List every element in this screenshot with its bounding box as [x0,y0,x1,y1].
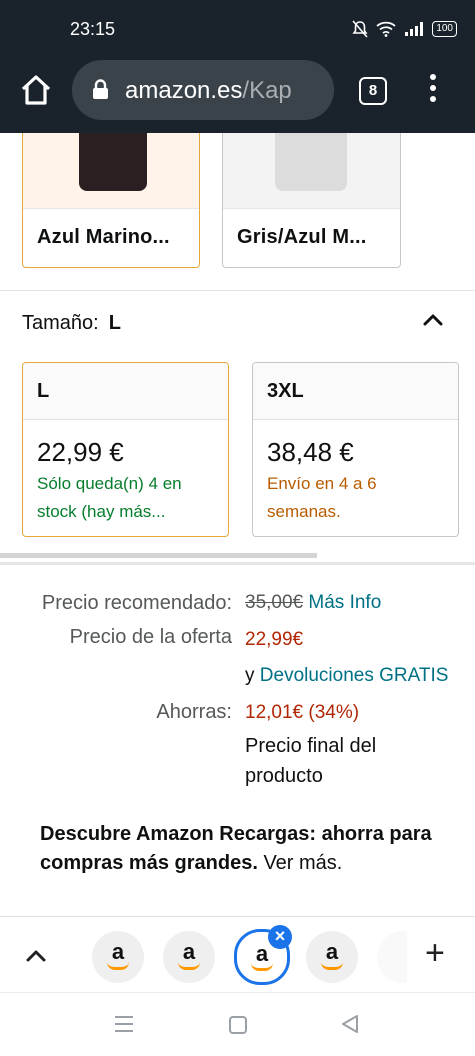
size-value: L [108,312,121,334]
divider [0,290,475,291]
tab-thumbnail[interactable]: a [306,931,358,983]
mute-icon [352,20,368,38]
url-path: /Kap [242,77,292,104]
status-icons: 100 [352,20,457,38]
chevron-up-icon[interactable] [26,949,46,963]
status-time: 23:15 [70,19,116,39]
returns-prefix: y [245,665,255,686]
system-nav-bar [0,992,475,1056]
free-returns-link[interactable]: Devoluciones GRATIS [260,665,449,686]
size-option-price: 22,99 € [37,437,124,467]
shipping-note: Envío en 4 a 6 semanas. [267,474,377,521]
home-nav-icon[interactable] [228,1015,248,1035]
color-option-azul-marino[interactable]: Azul Marino... [22,133,200,268]
divider [0,562,475,565]
amazon-recargas-promo: Descubre Amazon Recargas: ahorra para co… [40,820,440,878]
wifi-icon [376,21,396,37]
new-tab-icon[interactable]: + [425,936,445,970]
offer-price-label: Precio de la oferta [69,626,232,648]
url-text: amazon.es/Kap [125,77,325,105]
size-option-3xl[interactable]: 3XL 38,48 € Envío en 4 a 6 semanas. [252,362,459,537]
tab-thumbnail[interactable]: a [163,931,215,983]
final-price-note-line2: producto [245,765,323,787]
size-selector-header[interactable]: Tamaño: L [22,312,121,335]
recommended-price-label: Precio recomendado: [41,592,232,614]
size-label: Tamaño: [22,312,99,334]
horizontal-scrollbar[interactable] [0,553,317,558]
close-tab-icon[interactable]: × [268,925,292,949]
final-price-note-line1: Precio final del [245,735,377,757]
chevron-up-icon[interactable] [422,310,444,330]
signal-icon [405,22,424,36]
recommended-price-row: 35,00€ Más Info [245,592,381,614]
back-icon[interactable] [340,1014,360,1034]
tab-switcher-button[interactable]: 8 [359,77,387,105]
color-option-label: Azul Marino... [37,226,170,248]
size-option-name: L [23,363,228,420]
lock-icon [93,79,108,99]
size-option-price: 38,48 € [267,437,354,467]
product-thumbnail [223,133,400,208]
savings-value: 12,01€ (34%) [245,702,360,723]
product-thumbnail [23,133,199,208]
returns-row: y Devoluciones GRATIS [245,665,448,687]
color-option-label: Gris/Azul M... [237,226,367,248]
size-option-l[interactable]: L 22,99 € Sólo queda(n) 4 en stock (hay … [22,362,229,537]
see-more-link[interactable]: Ver más. [263,852,342,874]
tab-strip: a a a a [0,916,475,992]
recommended-price: 35,00€ [245,592,304,613]
url-host: amazon.es [125,77,243,104]
recent-apps-icon[interactable] [114,1015,134,1033]
color-option-gris-azul[interactable]: Gris/Azul M... [222,133,401,268]
offer-price: 22,99€ [245,629,304,650]
overflow-menu-icon[interactable] [424,74,442,108]
more-info-link[interactable]: Más Info [308,592,381,613]
tab-thumbnail[interactable]: a [92,931,144,983]
savings-label: Ahorras: [156,701,232,723]
home-icon[interactable] [18,72,54,108]
stock-note: Sólo queda(n) 4 en stock (hay más... [37,474,182,521]
size-option-name: 3XL [253,363,458,420]
browser-chrome: 23:15 100 amazon.es/Kap 8 [0,0,475,133]
battery-icon: 100 [432,21,457,37]
promo-text: Descubre Amazon Recargas: ahorra para co… [40,823,432,874]
url-bar[interactable]: amazon.es/Kap [72,60,334,120]
tab-thumbnail[interactable] [377,931,407,983]
